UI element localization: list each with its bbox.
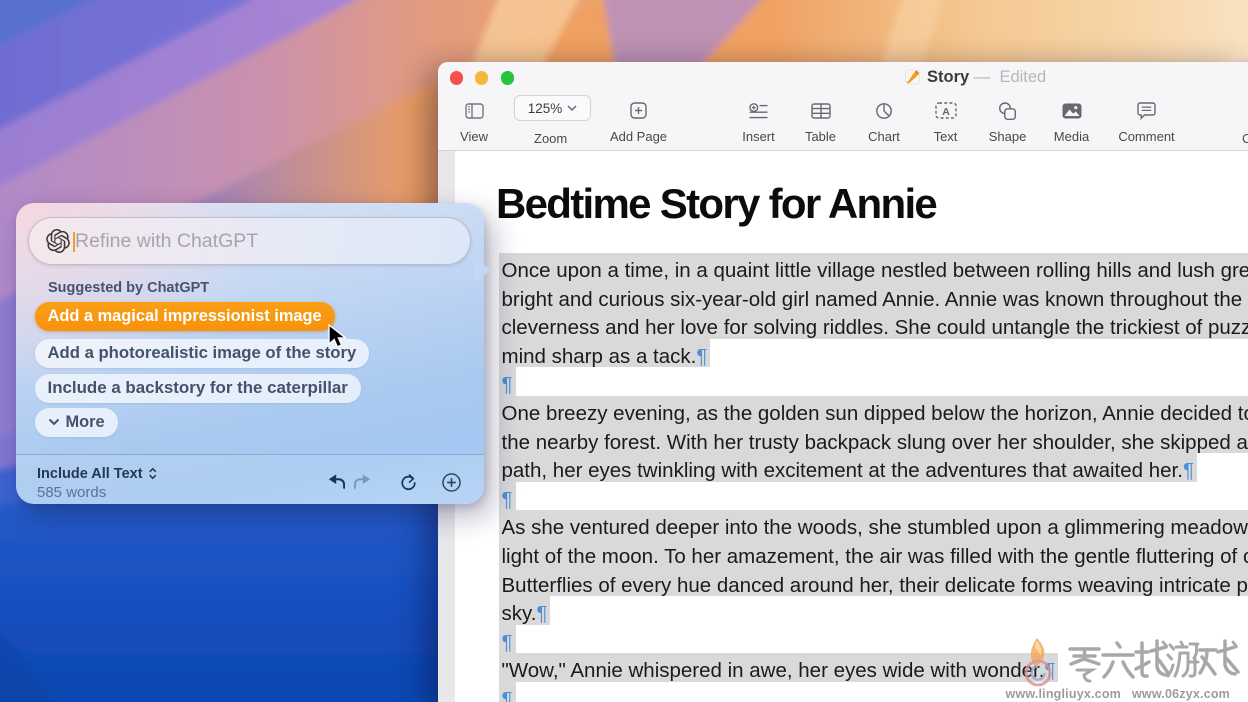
svg-text:A: A bbox=[942, 106, 950, 118]
